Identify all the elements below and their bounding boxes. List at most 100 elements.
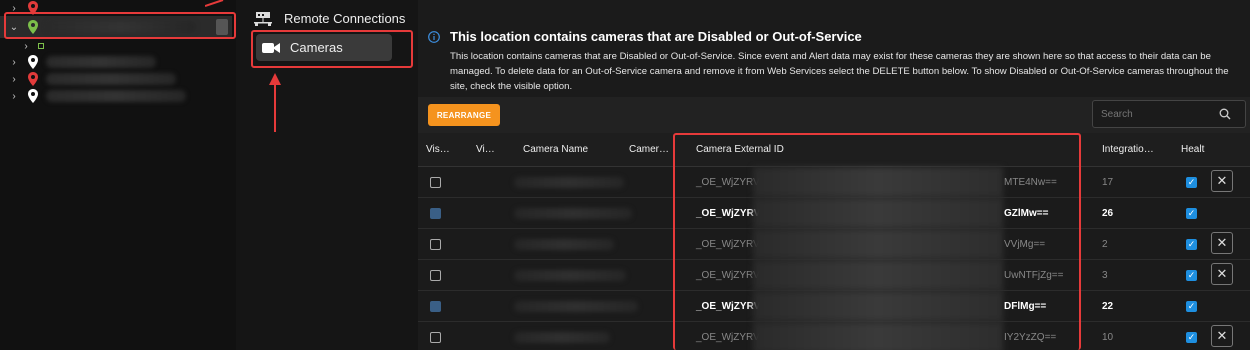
external-id-suffix: VVjMg== — [1004, 239, 1046, 250]
delete-button[interactable]: ✕ — [1211, 325, 1233, 347]
column-header-visible[interactable]: Vis… — [426, 133, 452, 167]
column-header-health[interactable]: Healt — [1181, 133, 1211, 167]
visible-checkbox[interactable] — [430, 301, 441, 312]
annotation-arrow-top — [205, 0, 224, 7]
external-id-prefix: _OE_WjZYRV — [696, 208, 761, 219]
redacted-external-id — [753, 260, 1003, 291]
close-icon: ✕ — [1216, 328, 1228, 343]
table-row[interactable]: _OE_WjZYRV UwNTFjZg== 3 ✓ ✕ — [418, 260, 1250, 291]
chevron-right-icon[interactable]: › — [20, 41, 32, 52]
search-box — [1092, 100, 1246, 128]
delete-button[interactable]: ✕ — [1211, 263, 1233, 285]
visible-checkbox[interactable] — [430, 239, 441, 250]
visible-checkbox[interactable] — [430, 270, 441, 281]
chevron-right-icon[interactable]: › — [8, 74, 20, 85]
external-id-suffix: IY2YzZQ== — [1004, 332, 1057, 343]
health-checkbox[interactable]: ✓ — [1186, 239, 1197, 250]
redacted-camera-name — [514, 177, 624, 188]
table-toolbar: REARRANGE — [418, 97, 1250, 133]
delete-button[interactable]: ✕ — [1211, 232, 1233, 254]
table-row[interactable]: _OE_WjZYRV VVjMg== 2 ✓ ✕ — [418, 229, 1250, 260]
delete-button[interactable]: ✕ — [1211, 170, 1233, 192]
tree-node[interactable]: › — [0, 86, 186, 106]
rearrange-button[interactable]: REARRANGE — [428, 104, 500, 126]
redacted-camera-name — [514, 239, 614, 250]
nav-remote-connections[interactable]: Remote Connections — [254, 11, 405, 26]
column-header-camera-name[interactable]: Camera Name — [523, 133, 613, 167]
annotation-arrow-up — [269, 73, 281, 132]
column-header-camera[interactable]: Camer… — [629, 133, 669, 167]
chevron-right-icon[interactable]: › — [8, 3, 20, 14]
integrations-count: 10 — [1102, 332, 1114, 343]
section-nav: Remote Connections Cameras — [236, 0, 418, 350]
nav-cameras[interactable]: Cameras — [256, 34, 392, 61]
main-panel: This location contains cameras that are … — [418, 0, 1250, 350]
node-menu-handle[interactable] — [216, 19, 228, 35]
health-checkbox[interactable]: ✓ — [1186, 208, 1197, 219]
external-id-prefix: _OE_WjZYRV — [696, 270, 760, 281]
redacted-location-name — [46, 56, 156, 68]
chevron-down-icon[interactable]: ⌄ — [8, 22, 20, 33]
close-icon: ✕ — [1216, 235, 1228, 250]
info-header: This location contains cameras that are … — [428, 29, 862, 44]
column-header-integrations[interactable]: Integratio… — [1102, 133, 1166, 167]
folder-icon — [38, 43, 44, 49]
integrations-count: 22 — [1102, 301, 1114, 312]
redacted-external-id — [753, 167, 1003, 198]
redacted-external-id — [753, 229, 1003, 260]
map-pin-icon — [28, 55, 38, 69]
redacted-camera-name — [514, 301, 638, 312]
nav-cameras-label: Cameras — [290, 40, 343, 55]
external-id-suffix: GZlMw== — [1004, 208, 1049, 219]
table-row[interactable]: _OE_WjZYRV DFlMg== 22 ✓ — [418, 291, 1250, 322]
location-tree: › ⌄ › › › › — [0, 0, 236, 350]
table-row[interactable]: _OE_WjZYRV GZlMw== 26 ✓ — [418, 198, 1250, 229]
close-icon: ✕ — [1216, 266, 1228, 281]
chevron-right-icon[interactable]: › — [8, 57, 20, 68]
video-camera-icon — [262, 42, 280, 53]
redacted-external-id — [753, 322, 1003, 350]
integrations-count: 3 — [1102, 270, 1108, 281]
health-checkbox[interactable]: ✓ — [1186, 332, 1197, 343]
external-id-suffix: MTE4Nw== — [1004, 177, 1057, 188]
info-icon — [428, 30, 440, 43]
health-checkbox[interactable]: ✓ — [1186, 270, 1197, 281]
visible-checkbox[interactable] — [430, 177, 441, 188]
integrations-count: 26 — [1102, 208, 1114, 219]
column-header-vi[interactable]: Vi… — [476, 133, 498, 167]
chevron-right-icon[interactable]: › — [8, 91, 20, 102]
table-header: Vis… Vi… Camera Name Camer… Camera Exter… — [418, 133, 1250, 167]
search-input[interactable] — [1093, 108, 1219, 120]
external-id-prefix: _OE_WjZYRV — [696, 332, 760, 343]
nav-remote-connections-label: Remote Connections — [284, 11, 406, 26]
redacted-location-name — [46, 73, 176, 85]
health-checkbox[interactable]: ✓ — [1186, 301, 1197, 312]
map-pin-icon — [28, 1, 38, 15]
redacted-camera-name — [514, 332, 610, 343]
redacted-external-id — [753, 198, 1003, 229]
map-pin-icon — [28, 72, 38, 86]
visible-checkbox[interactable] — [430, 332, 441, 343]
visible-checkbox[interactable] — [430, 208, 441, 219]
table-row[interactable]: _OE_WjZYRV MTE4Nw== 17 ✓ ✕ — [418, 167, 1250, 198]
integrations-count: 2 — [1102, 239, 1108, 250]
column-header-camera-external-id[interactable]: Camera External ID — [696, 133, 846, 167]
search-icon[interactable] — [1219, 108, 1231, 120]
info-description: This location contains cameras that are … — [450, 51, 1229, 92]
map-pin-icon — [28, 20, 38, 34]
redacted-camera-name — [514, 270, 626, 281]
close-icon: ✕ — [1216, 173, 1228, 188]
redacted-location-name — [46, 21, 196, 33]
map-pin-icon — [28, 89, 38, 103]
redacted-external-id — [753, 291, 1003, 322]
external-id-prefix: _OE_WjZYRV — [696, 239, 760, 250]
external-id-suffix: UwNTFjZg== — [1004, 270, 1064, 281]
info-title: This location contains cameras that are … — [450, 29, 862, 44]
redacted-camera-name — [514, 208, 632, 219]
tree-node-selected[interactable]: ⌄ — [0, 16, 232, 38]
external-id-prefix: _OE_WjZYRV — [696, 177, 760, 188]
integrations-count: 17 — [1102, 177, 1114, 188]
external-id-suffix: DFlMg== — [1004, 301, 1047, 312]
health-checkbox[interactable]: ✓ — [1186, 177, 1197, 188]
table-row[interactable]: _OE_WjZYRV IY2YzZQ== 10 ✓ ✕ — [418, 322, 1250, 350]
